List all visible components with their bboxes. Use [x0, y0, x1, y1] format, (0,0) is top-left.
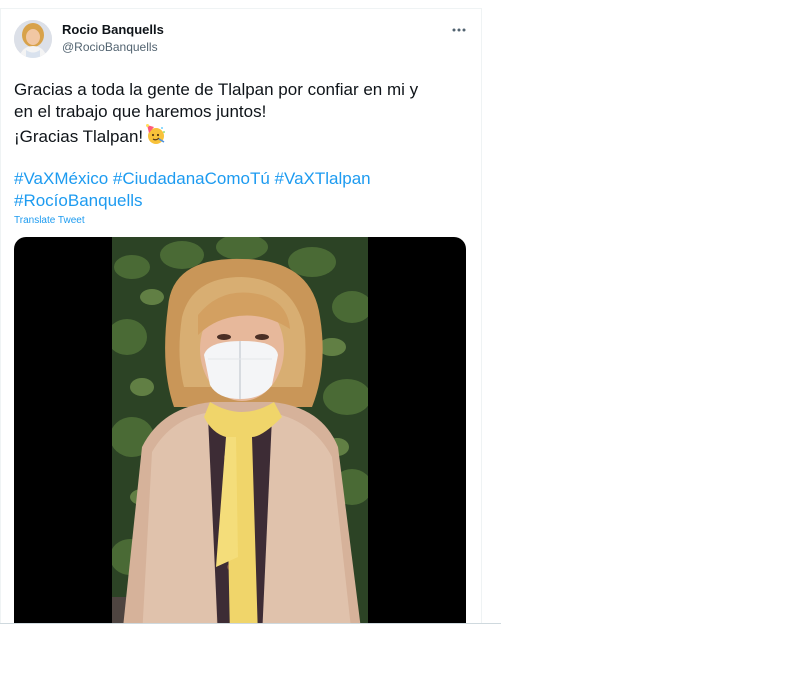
tweet-text-line: Gracias a toda la gente de Tlalpan por c…	[14, 80, 419, 99]
tweet-text-line: en el trabajo que haremos juntos!	[14, 102, 267, 121]
translate-tweet-link[interactable]: Translate Tweet	[14, 215, 85, 226]
divider	[0, 623, 501, 624]
author-handle[interactable]: @RocioBanquells	[62, 39, 164, 55]
author-name[interactable]: Rocio Banquells	[62, 22, 164, 38]
hashtag-link[interactable]: #VaXTlalpan	[275, 169, 371, 188]
video-player[interactable]	[14, 237, 466, 624]
tweet-text-line: ¡Gracias Tlalpan!	[14, 123, 469, 151]
more-horizontal-icon	[452, 28, 466, 32]
avatar[interactable]	[14, 20, 52, 58]
author-block[interactable]: Rocio Banquells @RocioBanquells	[62, 22, 164, 55]
video-frame	[112, 237, 368, 624]
hashtags: #VaXMéxico #CiudadanaComoTú #VaXTlalpan …	[14, 168, 469, 212]
party-face-emoji	[144, 123, 166, 151]
hashtag-link[interactable]: #RocíoBanquells	[14, 191, 143, 210]
hashtag-link[interactable]: #CiudadanaComoTú	[113, 169, 270, 188]
more-options-button[interactable]	[448, 21, 470, 39]
hashtag-link[interactable]: #VaXMéxico	[14, 169, 108, 188]
tweet-text-line-content: ¡Gracias Tlalpan!	[14, 127, 144, 146]
tweet-text: Gracias a toda la gente de Tlalpan por c…	[14, 79, 469, 151]
tweet-card[interactable]: Rocio Banquells @RocioBanquells Gracias …	[0, 8, 482, 624]
